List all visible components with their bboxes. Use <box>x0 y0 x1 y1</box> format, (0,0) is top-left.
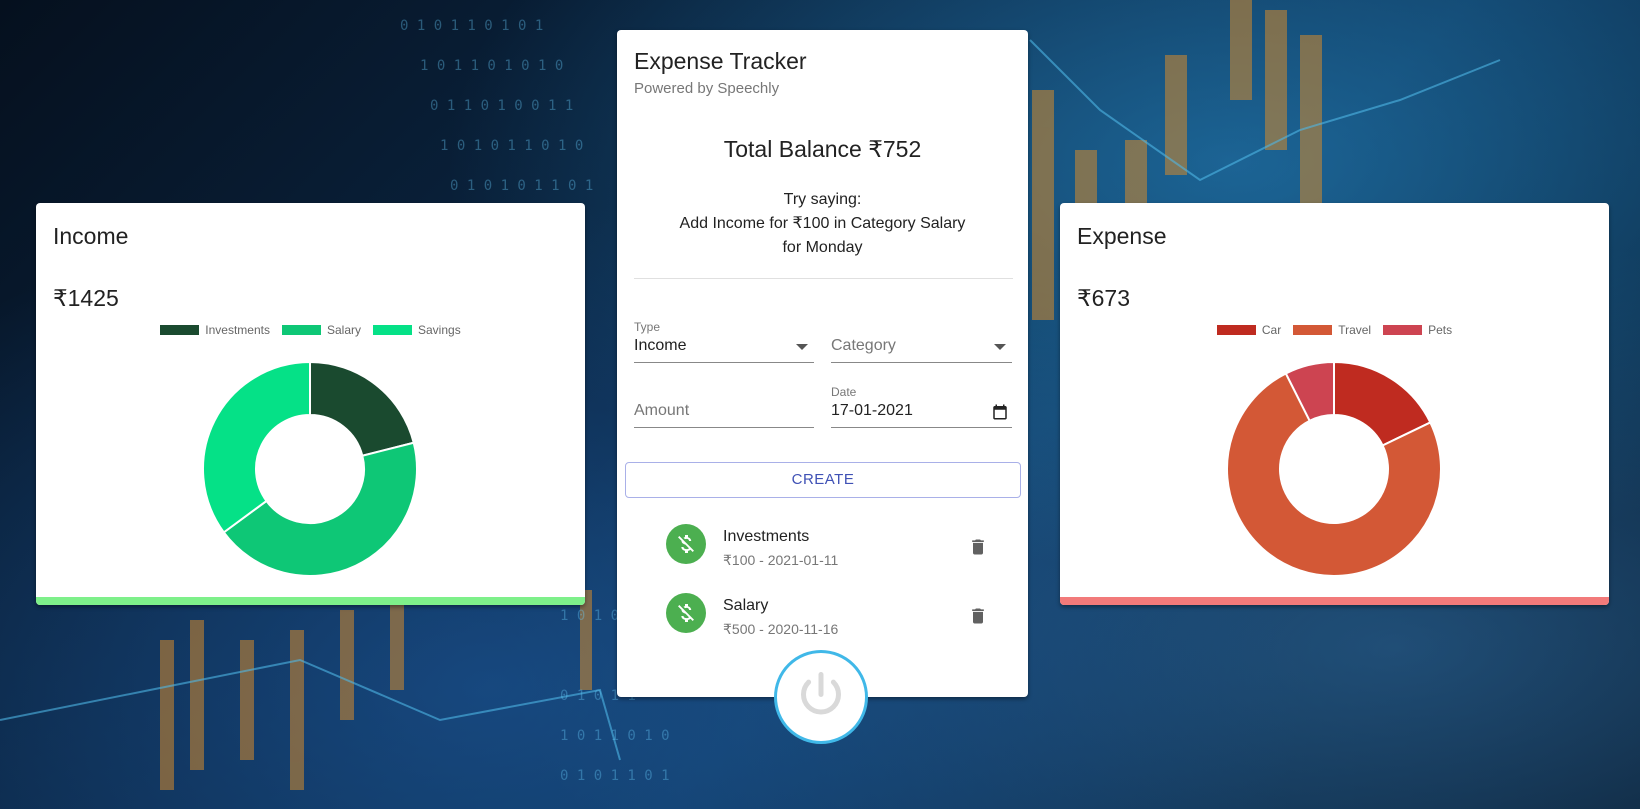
income-legend-swatch <box>281 325 321 335</box>
date-value: 17-01-2021 <box>831 402 913 419</box>
income-legend-item[interactable]: Investments <box>160 323 270 337</box>
type-underline <box>634 362 814 363</box>
category-select[interactable]: Category <box>831 320 1012 364</box>
amount-placeholder: Amount <box>634 402 690 419</box>
income-legend-label: Savings <box>418 323 461 337</box>
money-off-icon <box>678 604 694 622</box>
income-slice-investments[interactable] <box>309 360 415 457</box>
voice-hint: Try saying: Add Income for ₹100 in Categ… <box>617 188 1028 260</box>
category-underline <box>831 362 1012 363</box>
income-legend-label: Investments <box>205 323 270 337</box>
date-input[interactable]: Date 17-01-2021 <box>831 385 1012 429</box>
svg-text:0 1 0 1 1 0 1: 0 1 0 1 1 0 1 <box>560 768 670 784</box>
voice-hint-line-3: for Monday <box>782 239 863 256</box>
expense-donut-chart <box>1226 360 1442 577</box>
total-balance: Total Balance ₹752 <box>723 136 922 162</box>
amount-underline <box>634 427 814 428</box>
income-legend-swatch <box>160 325 200 335</box>
divider <box>634 278 1013 279</box>
type-select[interactable]: Type Income <box>634 320 814 364</box>
transaction-avatar <box>666 524 706 564</box>
expense-card: Expense ₹673 Car Travel Pets <box>1060 203 1609 605</box>
money-off-icon <box>678 535 694 553</box>
type-label: Type <box>634 320 661 334</box>
type-value: Income <box>634 337 687 354</box>
expense-amount: ₹673 <box>1077 285 1131 311</box>
voice-mic-button[interactable] <box>774 650 868 744</box>
income-legend-item[interactable]: Salary <box>281 323 361 337</box>
transaction-detail: ₹500 - 2020-11-16 <box>723 621 839 637</box>
app-subtitle: Powered by Speechly <box>634 80 780 97</box>
expense-legend-item[interactable]: Travel <box>1293 323 1371 337</box>
income-amount: ₹1425 <box>53 285 119 311</box>
svg-text:1 0 1 1 0 1 0: 1 0 1 1 0 1 0 <box>560 728 670 744</box>
amount-input[interactable]: Amount <box>634 385 814 429</box>
expense-legend-swatch <box>1216 325 1256 335</box>
category-placeholder: Category <box>831 337 896 354</box>
income-accent-bar <box>36 597 585 605</box>
svg-text:1 0 1 1 0 1 0 1 0: 1 0 1 1 0 1 0 1 0 <box>420 58 563 74</box>
income-legend-item[interactable]: Savings <box>373 323 461 337</box>
svg-text:1 0 1 0: 1 0 1 0 <box>560 608 619 624</box>
expense-accent-bar <box>1060 597 1609 605</box>
list-item[interactable]: Investments ₹100 - 2021-01-11 <box>634 505 994 569</box>
calendar-icon[interactable] <box>991 403 1009 421</box>
svg-text:0 1 0 1 1 0 1 0 1: 0 1 0 1 1 0 1 0 1 <box>400 18 543 34</box>
list-item[interactable]: Salary ₹500 - 2020-11-16 <box>634 574 994 638</box>
voice-hint-line-1: Try saying: <box>783 191 862 208</box>
category-dropdown-arrow-icon <box>994 344 1006 350</box>
expense-legend-item[interactable]: Pets <box>1383 323 1452 337</box>
transaction-name: Investments <box>723 528 810 545</box>
expense-legend-item[interactable]: Car <box>1216 323 1282 337</box>
trash-icon[interactable] <box>968 606 988 626</box>
expense-legend-swatch <box>1293 325 1333 335</box>
date-label: Date <box>831 385 857 399</box>
create-button[interactable]: CREATE <box>625 462 1021 498</box>
expense-legend-swatch <box>1383 325 1423 335</box>
svg-text:1 0 1 0 1 1 0 1 0: 1 0 1 0 1 1 0 1 0 <box>440 138 583 154</box>
trash-icon[interactable] <box>968 537 988 557</box>
expense-legend-label: Car <box>1261 323 1282 337</box>
voice-hint-line-2: Add Income for ₹100 in Category Salary <box>679 215 966 232</box>
expense-tracker-card: Expense Tracker Powered by Speechly Tota… <box>617 30 1028 697</box>
expense-legend: Car Travel Pets <box>1060 323 1609 337</box>
type-dropdown-arrow-icon <box>796 344 808 350</box>
income-title: Income <box>53 223 129 249</box>
power-icon <box>801 672 841 715</box>
expense-legend-label: Travel <box>1338 323 1372 337</box>
income-legend: Investments Salary Savings <box>36 323 585 337</box>
income-legend-swatch <box>373 325 412 335</box>
income-slice-savings[interactable] <box>202 360 311 534</box>
date-underline <box>831 427 1012 428</box>
income-card: Income ₹1425 Investments Salary Savings <box>36 203 585 605</box>
expense-title: Expense <box>1077 223 1167 249</box>
transaction-detail: ₹100 - 2021-01-11 <box>723 552 839 568</box>
svg-text:0 1 1 0 1 0 0 1 1: 0 1 1 0 1 0 0 1 1 <box>430 98 573 114</box>
svg-text:0 1 0 1 0 1 1 0 1: 0 1 0 1 0 1 1 0 1 <box>450 178 593 194</box>
income-legend-label: Salary <box>326 323 361 337</box>
expense-legend-label: Pets <box>1428 323 1453 337</box>
income-donut-chart <box>202 360 418 577</box>
transaction-avatar <box>666 593 706 633</box>
transaction-name: Salary <box>723 597 769 614</box>
app-title: Expense Tracker <box>634 48 807 74</box>
